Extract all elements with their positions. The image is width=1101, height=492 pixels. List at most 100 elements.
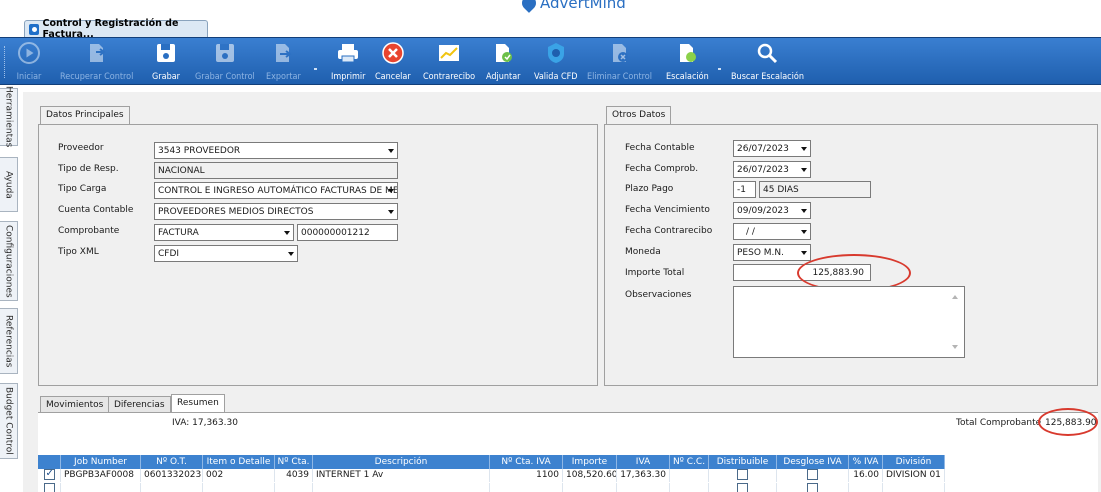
- side-tab-configuraciones[interactable]: Configuraciones: [0, 221, 18, 301]
- window-tab[interactable]: Control y Registración de Factura...: [24, 18, 208, 40]
- chevron-down-icon: [801, 209, 807, 213]
- start-button[interactable]: Iniciar: [16, 40, 42, 82]
- tipo-xml-select[interactable]: CFDI: [154, 245, 298, 262]
- distribuible-checkbox[interactable]: [737, 483, 748, 492]
- cancel-button[interactable]: Cancelar: [375, 40, 411, 82]
- side-tab-herramientas[interactable]: Herramientas: [0, 86, 18, 148]
- grid-header-cell[interactable]: Nº O.T.: [141, 455, 203, 469]
- row-checkbox[interactable]: [43, 483, 55, 492]
- toolbar-grip[interactable]: [4, 46, 7, 78]
- delete-control-button[interactable]: Eliminar Control: [587, 40, 652, 82]
- chevron-down-icon: [801, 147, 807, 151]
- save-control-button[interactable]: Grabar Control: [195, 40, 255, 82]
- search-escalation-button[interactable]: Buscar Escalación: [731, 40, 804, 82]
- recover-control-label: Recuperar Control: [60, 72, 134, 82]
- descripcion-cell: INTERNET 1 Av: [313, 469, 490, 482]
- grid-header-cell[interactable]: Importe: [563, 455, 617, 469]
- receipt-button[interactable]: Contrarecibo: [423, 40, 475, 82]
- attach-document-icon: [490, 40, 516, 66]
- item-cell: [203, 483, 275, 492]
- distribuible-checkbox[interactable]: [737, 469, 748, 480]
- distribuible-cell[interactable]: [709, 483, 777, 492]
- export-dropdown-marker[interactable]: [314, 68, 317, 70]
- grid-header-cell[interactable]: Distribuible: [709, 455, 777, 469]
- grid-header-cell[interactable]: Job Number: [61, 455, 141, 469]
- row-select-cell[interactable]: [38, 483, 61, 492]
- proveedor-select[interactable]: 3543 PROVEEDOR: [154, 142, 398, 159]
- tab-movimientos[interactable]: Movimientos: [40, 396, 110, 413]
- importe-cell: 108,520.60: [563, 469, 617, 482]
- tab-datos-principales[interactable]: Datos Principales: [40, 106, 130, 124]
- tab-otros-datos[interactable]: Otros Datos: [606, 106, 672, 124]
- tipo-carga-label: Tipo Carga: [58, 184, 107, 194]
- escalation-button[interactable]: Escalación: [666, 40, 709, 82]
- tipo-carga-select[interactable]: CONTROL E INGRESO AUTOMÁTICO FACTURAS DE…: [154, 182, 398, 199]
- export-button[interactable]: Exportar: [266, 40, 301, 82]
- escalation-dropdown-marker[interactable]: [718, 68, 721, 70]
- tab-diferencias[interactable]: Diferencias: [108, 396, 171, 413]
- desglose-iva-checkbox[interactable]: [807, 483, 818, 492]
- importe-total-label: Importe Total: [625, 268, 685, 278]
- printer-icon: [335, 40, 361, 66]
- recover-document-icon: [84, 40, 110, 66]
- cuenta-contable-select[interactable]: PROVEEDORES MEDIOS DIRECTOS: [154, 203, 398, 220]
- print-label: Imprimir: [331, 72, 366, 82]
- row-checkbox[interactable]: [43, 469, 55, 480]
- fecha-comprob-value: 26/07/2023: [737, 165, 789, 175]
- fecha-contable-picker[interactable]: 26/07/2023: [733, 140, 811, 157]
- recover-control-button[interactable]: Recuperar Control: [60, 40, 133, 82]
- grid-header-cell[interactable]: % IVA: [849, 455, 883, 469]
- attach-label: Adjuntar: [486, 72, 521, 82]
- iva-summary: IVA: 17,363.30: [172, 418, 238, 428]
- fecha-contrarecibo-picker[interactable]: / /: [733, 223, 811, 240]
- moneda-select[interactable]: PESO M.N.: [733, 244, 811, 261]
- desglose-iva-checkbox[interactable]: [807, 469, 818, 480]
- grid-header-cell[interactable]: Nº Cta. IVA: [490, 455, 563, 469]
- side-tab-referencias[interactable]: Referencias: [0, 308, 18, 374]
- desglose-iva-cell[interactable]: [777, 483, 849, 492]
- job-number-cell: PBGPB3AF0008: [61, 469, 141, 482]
- tab-label: Resumen: [177, 398, 219, 408]
- plazo-pago-code-input[interactable]: -1: [733, 181, 756, 198]
- grid-header-cell[interactable]: Nº Cta.: [275, 455, 313, 469]
- save-button[interactable]: Grabar: [152, 40, 180, 82]
- scroll-up-icon[interactable]: [952, 295, 958, 299]
- attach-button[interactable]: Adjuntar: [486, 40, 521, 82]
- validate-cfd-button[interactable]: Valida CFD: [534, 40, 578, 82]
- tipo-xml-label: Tipo XML: [58, 247, 99, 257]
- grid-header-cell[interactable]: Desglose IVA: [777, 455, 849, 469]
- observaciones-textarea[interactable]: [733, 286, 965, 358]
- escalation-label: Escalación: [666, 72, 709, 82]
- distribuible-cell[interactable]: [709, 469, 777, 482]
- desglose-iva-cell[interactable]: [777, 469, 849, 482]
- cc-cell: [670, 483, 709, 492]
- print-button[interactable]: Imprimir: [331, 40, 365, 82]
- grid-header-cell[interactable]: División: [883, 455, 945, 469]
- fecha-contrarecibo-label: Fecha Contrarecibo: [625, 226, 713, 236]
- comprobante-select[interactable]: FACTURA: [154, 224, 294, 241]
- grid-header-cell[interactable]: IVA: [617, 455, 670, 469]
- toolbar: Iniciar Recuperar Control Grabar Grabar …: [0, 37, 1101, 85]
- item-cell: 002: [203, 469, 275, 482]
- proveedor-value: 3543 PROVEEDOR: [158, 146, 241, 156]
- tab-resumen[interactable]: Resumen: [171, 394, 225, 413]
- scroll-down-icon[interactable]: [952, 345, 958, 349]
- comprobante-number-input[interactable]: 000000001212: [297, 224, 398, 241]
- grid-header-cell[interactable]: Descripción: [313, 455, 490, 469]
- fecha-comprob-picker[interactable]: 26/07/2023: [733, 161, 811, 178]
- chevron-down-icon: [388, 210, 394, 214]
- side-tab-ayuda[interactable]: Ayuda: [0, 157, 18, 212]
- receipt-label: Contrarecibo: [423, 72, 476, 82]
- tipo-xml-value: CFDI: [158, 249, 180, 259]
- delete-document-icon: [607, 40, 633, 66]
- fecha-vencimiento-picker[interactable]: 09/09/2023: [733, 202, 811, 219]
- grid-header-cell[interactable]: Nº C.C.: [670, 455, 709, 469]
- side-tab-label: Ayuda: [3, 170, 14, 199]
- table-row[interactable]: [38, 483, 945, 492]
- row-select-cell[interactable]: [38, 469, 61, 482]
- table-row[interactable]: PBGPB3AF0008 0601332023 002 4039 INTERNE…: [38, 469, 945, 482]
- chevron-down-icon: [284, 231, 290, 235]
- app-icon: [29, 23, 39, 35]
- side-tab-budget-control[interactable]: Budget Control: [0, 383, 18, 459]
- grid-header-cell[interactable]: Item o Detalle: [203, 455, 275, 469]
